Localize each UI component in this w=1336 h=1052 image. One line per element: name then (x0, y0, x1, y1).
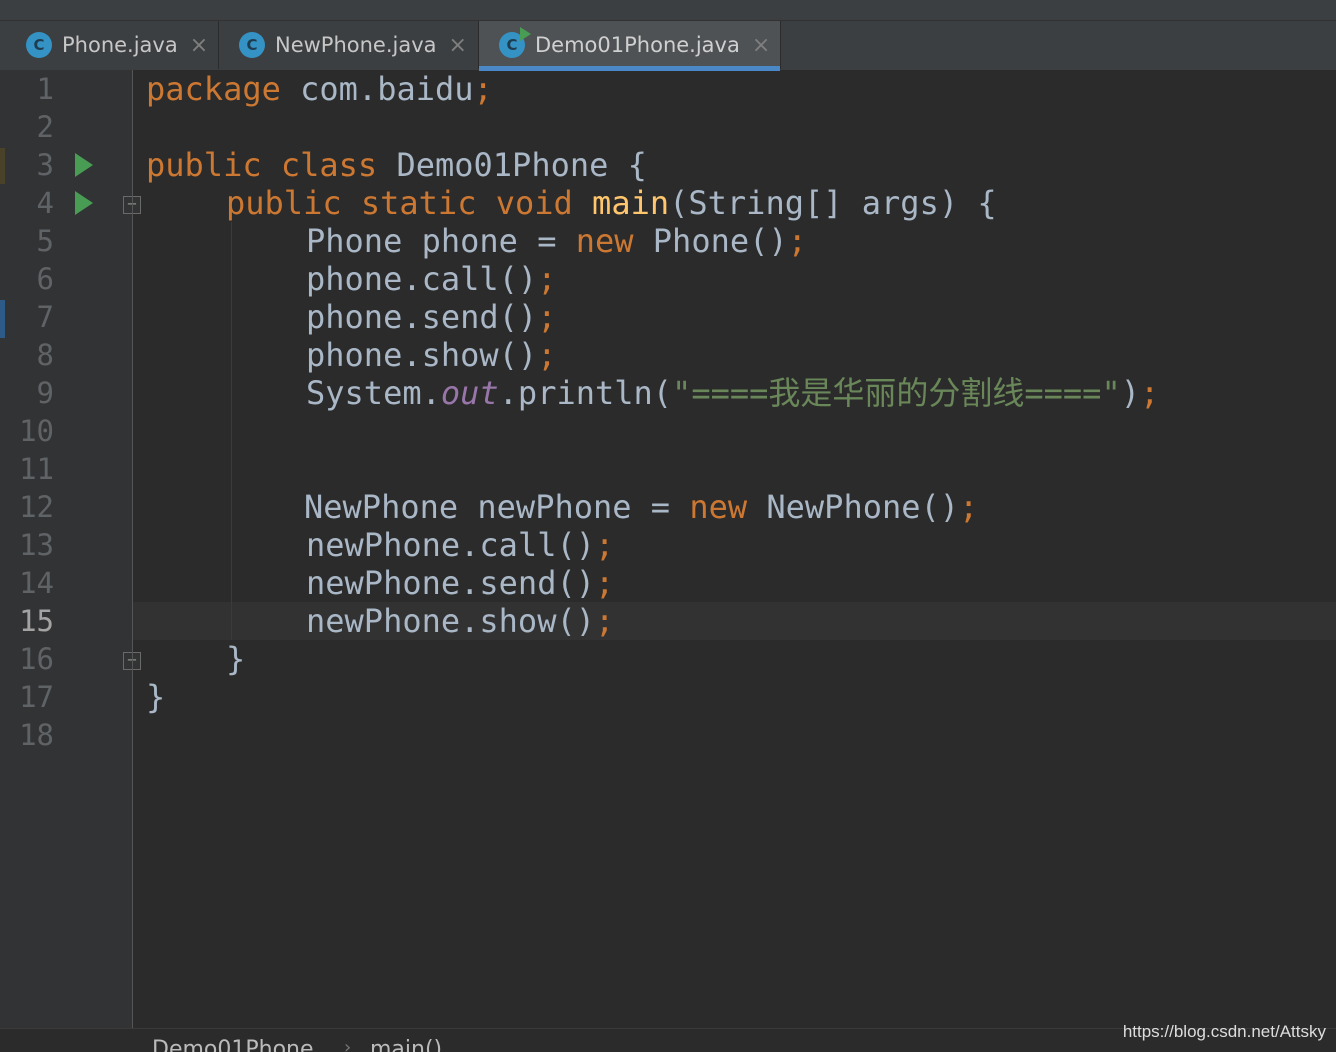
code-text: newPhone.call() (306, 526, 595, 564)
code-text: } (146, 678, 166, 716)
code-line-13: newPhone.call(); (306, 526, 614, 564)
semicolon: ; (1139, 374, 1160, 412)
code-text: NewPhone() (747, 488, 960, 526)
code-text: Demo01Phone { (377, 146, 647, 184)
code-text: com.baidu (280, 70, 474, 108)
semicolon: ; (473, 70, 493, 108)
line-number: 2 (36, 110, 54, 144)
code-text: System. (306, 374, 441, 412)
code-line-5: Phone phone = new Phone(); (306, 222, 807, 260)
line-number: 10 (19, 414, 54, 448)
code-line-3: public class Demo01Phone { (146, 146, 647, 184)
runnable-class-icon: C (499, 27, 531, 58)
code-line-4: public static void main(String[] args) { (226, 184, 997, 222)
static-field: out (440, 374, 499, 412)
code-line-17: } (146, 678, 165, 716)
code-line-1: package com.baidu; (146, 70, 493, 108)
line-number: 6 (36, 262, 54, 296)
code-line-9: System.out.println("====我是华丽的分割线===="); (306, 374, 1159, 412)
line-number: 18 (19, 718, 54, 752)
code-line-12: NewPhone newPhone = new NewPhone(); (304, 488, 978, 526)
editor-tab-bar: C Phone.java × C NewPhone.java × C Demo0… (0, 20, 1336, 71)
run-main-icon[interactable] (75, 191, 93, 215)
semicolon: ; (537, 336, 557, 374)
tab-newphone-java[interactable]: C NewPhone.java × (219, 21, 479, 69)
code-text: NewPhone newPhone = (304, 488, 690, 526)
indent-guide (231, 222, 232, 640)
line-number: 9 (36, 376, 54, 410)
keyword: void (495, 184, 573, 222)
breadcrumb-separator: › (344, 1037, 352, 1052)
watermark-text: https://blog.csdn.net/Attsky (1122, 1022, 1326, 1041)
tab-demo01phone-java[interactable]: C Demo01Phone.java × (479, 21, 781, 71)
keyword: class (280, 146, 378, 184)
window-top-strip (0, 0, 1336, 20)
close-icon[interactable]: × (190, 33, 208, 58)
line-number-current: 15 (19, 604, 54, 638)
close-icon[interactable]: × (449, 33, 467, 58)
keyword: new (575, 222, 634, 260)
line-number: 3 (36, 148, 54, 182)
semicolon: ; (787, 222, 807, 260)
code-text: phone.call() (306, 260, 538, 298)
code-text: phone.send() (306, 298, 538, 336)
code-line-15: newPhone.show(); (306, 602, 614, 640)
code-text: } (226, 640, 246, 678)
code-text: phone.show() (306, 336, 538, 374)
keyword: public (226, 184, 342, 222)
code-text: ) (1120, 374, 1140, 412)
code-text: newPhone.show() (306, 602, 595, 640)
semicolon: ; (959, 488, 979, 526)
code-line-16: } (226, 640, 245, 678)
change-marker (0, 300, 5, 338)
code-line-14: newPhone.send(); (306, 564, 614, 602)
semicolon: ; (594, 602, 615, 640)
class-icon: C (26, 32, 52, 58)
code-text: Phone() (633, 222, 788, 260)
code-text: (String[] args) { (669, 184, 997, 222)
code-line-8: phone.show(); (306, 336, 556, 374)
tab-label: Demo01Phone.java (535, 33, 740, 57)
tab-phone-java[interactable]: C Phone.java × (6, 21, 219, 69)
keyword: static (360, 184, 477, 222)
semicolon: ; (594, 526, 615, 564)
tab-label: Phone.java (62, 33, 178, 57)
keyword: package (146, 70, 281, 108)
code-line-7: phone.send(); (306, 298, 556, 336)
code-text: newPhone.send() (306, 564, 595, 602)
line-number: 17 (19, 680, 54, 714)
code-text: .println( (498, 374, 673, 412)
breadcrumb-method[interactable]: main() (370, 1037, 442, 1052)
change-marker (0, 148, 5, 184)
line-number: 16 (19, 642, 54, 676)
editor-gutter: 1 2 3 4 5 6 7 8 9 10 11 12 13 14 15 16 1… (0, 70, 141, 1028)
code-line-6: phone.call(); (306, 260, 556, 298)
string-literal: "====我是华丽的分割线====" (672, 374, 1121, 412)
line-number: 14 (19, 566, 54, 600)
run-class-icon[interactable] (75, 153, 93, 177)
class-icon: C (239, 32, 265, 58)
tab-label: NewPhone.java (275, 33, 437, 57)
line-number: 8 (36, 338, 54, 372)
line-number: 5 (36, 224, 54, 258)
line-number: 13 (19, 528, 54, 562)
semicolon: ; (537, 260, 557, 298)
line-number: 12 (19, 490, 54, 524)
semicolon: ; (594, 564, 615, 602)
semicolon: ; (537, 298, 557, 336)
line-number: 4 (36, 186, 54, 220)
code-editor[interactable]: package com.baidu; public class Demo01Ph… (133, 70, 1336, 1028)
line-number: 11 (19, 452, 54, 486)
line-number: 1 (36, 72, 54, 106)
breadcrumb-class[interactable]: Demo01Phone (152, 1037, 314, 1052)
code-text: Phone phone = (306, 222, 576, 260)
keyword: public (146, 146, 262, 184)
keyword: new (689, 488, 748, 526)
close-icon[interactable]: × (752, 33, 770, 58)
line-number: 7 (36, 300, 54, 334)
method-name: main (592, 184, 670, 222)
